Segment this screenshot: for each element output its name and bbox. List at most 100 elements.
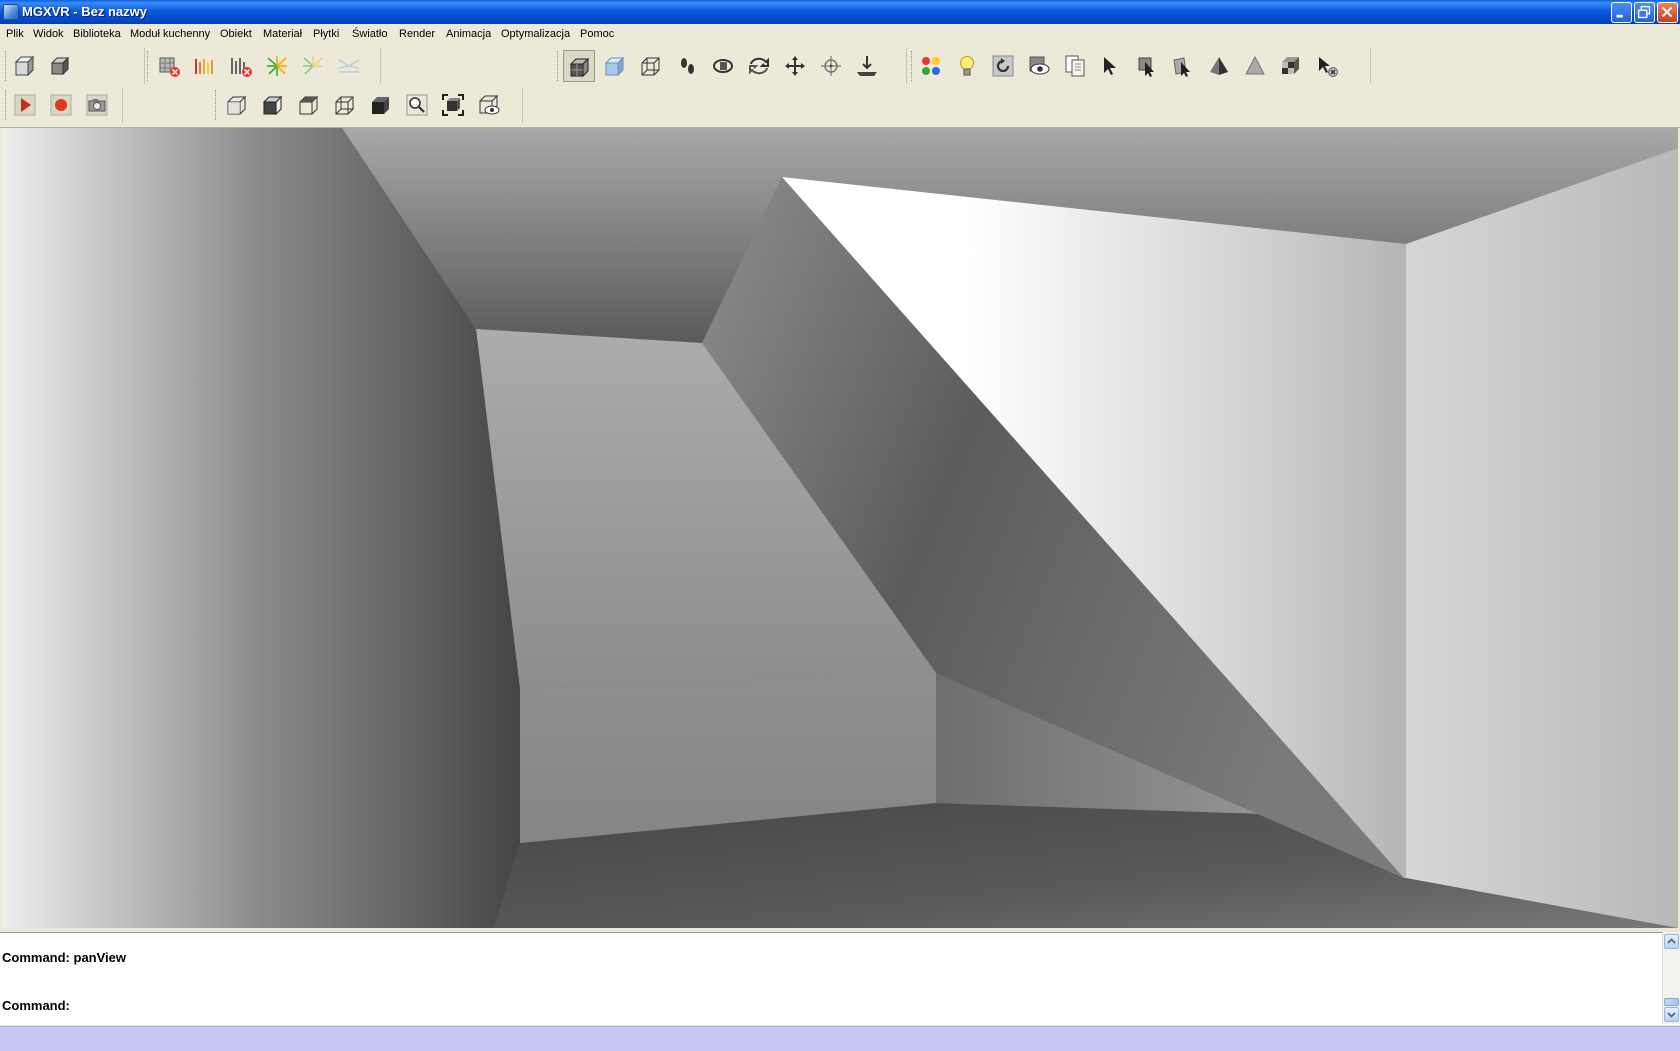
- triangle-icon: [1245, 55, 1265, 75]
- camera-icon: [86, 94, 108, 116]
- zoom-icon: [406, 94, 428, 116]
- color-bars-button[interactable]: [189, 50, 221, 82]
- target-button[interactable]: [815, 50, 847, 82]
- select-arrow-button[interactable]: [1095, 50, 1127, 82]
- front-view-button[interactable]: [221, 89, 253, 121]
- play-button[interactable]: [9, 89, 41, 121]
- dark-cube-button[interactable]: [365, 89, 397, 121]
- menu-plik[interactable]: Plik: [6, 28, 24, 40]
- checker-cube-button[interactable]: [1275, 50, 1307, 82]
- copy-object-button[interactable]: [45, 50, 77, 82]
- fade-rays-button[interactable]: [333, 50, 365, 82]
- scroll-up-button[interactable]: [1664, 934, 1679, 949]
- walk-icon: [681, 58, 694, 74]
- triangle-button[interactable]: [1239, 50, 1271, 82]
- command-history-line: Command: panView: [2, 950, 127, 965]
- select-delete-button[interactable]: [1311, 50, 1343, 82]
- toolbar-grip[interactable]: [215, 90, 219, 120]
- shaded-cube-button[interactable]: [563, 50, 595, 82]
- top-view-button[interactable]: [293, 89, 325, 121]
- menu-swiatlo[interactable]: Światło: [352, 28, 387, 40]
- chevron-down-icon: [1667, 1012, 1676, 1018]
- menu-widok[interactable]: Widok: [33, 28, 64, 40]
- top-view-icon: [299, 95, 319, 115]
- color-balls-button[interactable]: [915, 50, 947, 82]
- checker-cube-icon: [1282, 57, 1299, 74]
- zoom-extents-icon: [442, 94, 464, 116]
- select-face-button[interactable]: [1167, 50, 1199, 82]
- delete-bars-button[interactable]: [225, 50, 257, 82]
- light-rays-button[interactable]: [261, 50, 293, 82]
- menu-obiekt[interactable]: Obiekt: [220, 28, 252, 40]
- status-bar: [0, 1026, 1680, 1051]
- fade-rays-icon: [338, 59, 360, 73]
- front-view-icon: [227, 95, 247, 115]
- menu-animacja[interactable]: Animacja: [446, 28, 491, 40]
- close-icon: [1661, 6, 1673, 18]
- lightbulb-button[interactable]: [951, 50, 983, 82]
- toolbar-grip[interactable]: [557, 51, 561, 81]
- new-object-icon: [14, 55, 35, 77]
- perspective-button[interactable]: [473, 89, 505, 121]
- blue-cube-button[interactable]: [599, 50, 631, 82]
- perspective-icon: [479, 94, 500, 115]
- light-rays-alt-icon: [303, 56, 323, 75]
- blue-cube-icon: [604, 56, 625, 77]
- ground-icon: [857, 56, 877, 76]
- rotate-icon: [749, 57, 769, 75]
- zoom-button[interactable]: [401, 89, 433, 121]
- eye-button[interactable]: [1023, 50, 1055, 82]
- ground-button[interactable]: [851, 50, 883, 82]
- wireframe-cube-button[interactable]: [635, 50, 667, 82]
- pan-button[interactable]: [779, 50, 811, 82]
- menu-material[interactable]: Materiał: [263, 28, 302, 40]
- orbit-button[interactable]: [707, 50, 739, 82]
- menu-pomoc[interactable]: Pomoc: [580, 28, 614, 40]
- walk-button[interactable]: [671, 50, 703, 82]
- command-console[interactable]: Command: panView Command:: [0, 932, 1680, 1025]
- select-box-button[interactable]: [1131, 50, 1163, 82]
- iso-view-button[interactable]: [329, 89, 361, 121]
- minimize-button[interactable]: [1611, 2, 1632, 23]
- play-icon: [14, 94, 36, 116]
- menu-plytki[interactable]: Płytki: [313, 28, 339, 40]
- new-object-button[interactable]: [9, 50, 41, 82]
- delete-bars-icon: [231, 58, 252, 77]
- camera-button[interactable]: [81, 89, 113, 121]
- restore-button[interactable]: [1634, 2, 1655, 23]
- menu-biblioteka[interactable]: Biblioteka: [73, 28, 121, 40]
- refresh-button[interactable]: [987, 50, 1019, 82]
- close-button[interactable]: [1657, 2, 1678, 23]
- command-prompt[interactable]: Command:: [2, 998, 70, 1013]
- shaded-cube-icon: [569, 57, 590, 78]
- document-icon: [1065, 55, 1085, 77]
- iso-view-icon: [335, 96, 354, 115]
- refresh-icon: [992, 55, 1014, 77]
- record-button[interactable]: [45, 89, 77, 121]
- menu-render[interactable]: Render: [399, 28, 435, 40]
- toolbar-object: [910, 48, 1371, 84]
- title-bar[interactable]: MGXVR - Bez nazwy: [0, 0, 1680, 24]
- 3d-viewport[interactable]: [2, 128, 1678, 928]
- scroll-down-button[interactable]: [1664, 1007, 1679, 1022]
- scroll-thumb[interactable]: [1664, 998, 1679, 1006]
- color-bars-icon: [195, 59, 213, 74]
- zoom-extents-button[interactable]: [437, 89, 469, 121]
- toolbar-grip[interactable]: [147, 51, 151, 81]
- restore-icon: [1637, 5, 1651, 19]
- pyramid-button[interactable]: [1203, 50, 1235, 82]
- record-icon: [50, 94, 72, 116]
- menu-optymalizacja[interactable]: Optymalizacja: [501, 28, 570, 40]
- menu-modul-kuchenny[interactable]: Moduł kuchenny: [130, 28, 210, 40]
- rotate-button[interactable]: [743, 50, 775, 82]
- select-face-icon: [1173, 57, 1190, 77]
- delete-texture-button[interactable]: [153, 50, 185, 82]
- toolbar-file: [4, 48, 145, 84]
- toolbar-projection: [214, 87, 523, 123]
- lightbulb-icon: [960, 56, 974, 76]
- side-view-button[interactable]: [257, 89, 289, 121]
- light-rays-alt-button[interactable]: [297, 50, 329, 82]
- eye-icon: [1029, 56, 1050, 75]
- document-button[interactable]: [1059, 50, 1091, 82]
- console-scrollbar[interactable]: [1662, 932, 1680, 1024]
